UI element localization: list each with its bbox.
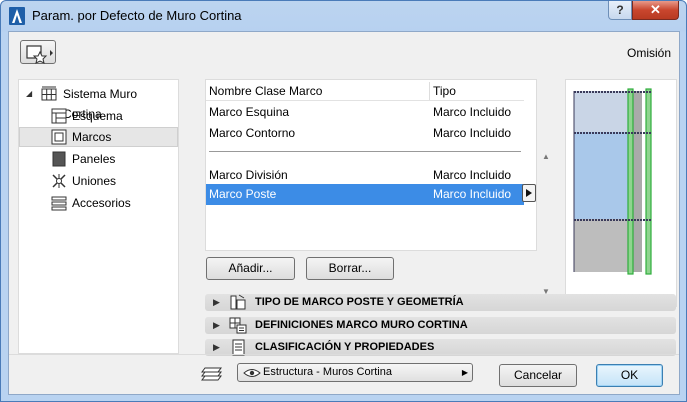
- favorites-button[interactable]: [20, 40, 56, 64]
- frame-preview: [565, 79, 677, 307]
- close-button[interactable]: ✕: [632, 1, 679, 20]
- header-divider: [206, 100, 524, 101]
- expand-arrow-icon[interactable]: ▶: [213, 320, 220, 331]
- table-cell-name: Marco Poste: [209, 187, 277, 201]
- favorites-icon: [26, 45, 53, 64]
- eye-icon: [243, 369, 261, 377]
- footer-divider: [9, 354, 679, 355]
- collapse-arrow-icon[interactable]: ◢: [26, 84, 32, 104]
- curtain-wall-icon: [41, 86, 57, 101]
- scroll-up-icon[interactable]: ▲: [542, 152, 550, 161]
- table-row[interactable]: Marco Esquina Marco Incluido: [206, 102, 524, 123]
- column-header-name[interactable]: Nombre Clase Marco: [209, 82, 322, 100]
- title-bar: Param. por Defecto de Muro Cortina ? ✕: [1, 1, 686, 31]
- table-cell-name: Marco División: [209, 168, 288, 182]
- table-cell-type: Marco Incluido: [433, 126, 512, 140]
- dialog-window: Param. por Defecto de Muro Cortina ? ✕ O…: [0, 0, 687, 402]
- tree-item-esquema[interactable]: Esquema: [19, 106, 178, 126]
- curtain-wall-preview-graphic: [573, 88, 652, 275]
- dropdown-arrow-icon: ▶: [461, 368, 468, 377]
- settings-tree: ◢ Sistema Muro Cortina Esquema Marcos Pa…: [18, 79, 179, 354]
- table-cell-type: Marco Incluido: [433, 187, 512, 201]
- column-divider: [429, 82, 430, 100]
- tree-item-label: Esquema: [72, 109, 123, 123]
- delete-button[interactable]: Borrar...: [306, 257, 394, 280]
- tree-item-label: Accesorios: [72, 196, 131, 210]
- section-frame-definitions[interactable]: ▶ DEFINICIONES MARCO MURO CORTINA: [205, 317, 676, 334]
- tree-item-label: Uniones: [72, 174, 117, 188]
- layer-dropdown-value: Estructura - Muros Cortina: [263, 366, 392, 378]
- table-row-selected[interactable]: Marco Poste Marco Incluido: [206, 184, 524, 205]
- section-title: DEFINICIONES MARCO MURO CORTINA: [255, 319, 468, 331]
- frame-class-table: Nombre Clase Marco Tipo Marco Esquina Ma…: [205, 79, 550, 296]
- expand-arrow-icon[interactable]: ▶: [213, 342, 220, 353]
- row-detail-button[interactable]: [522, 184, 536, 202]
- tree-item-paneles[interactable]: Paneles: [19, 149, 178, 169]
- table-cell-type: Marco Incluido: [433, 168, 512, 182]
- scheme-icon: [51, 108, 67, 124]
- tree-item-marcos[interactable]: Marcos: [19, 127, 178, 147]
- table-cell-type: Marco Incluido: [433, 105, 512, 119]
- frame-icon: [51, 129, 67, 145]
- play-arrow-icon: [526, 189, 532, 197]
- help-button[interactable]: ?: [608, 1, 632, 20]
- tree-item-uniones[interactable]: Uniones: [19, 171, 178, 191]
- ok-button[interactable]: OK: [596, 364, 663, 387]
- frame-geometry-icon: [230, 294, 246, 310]
- add-button[interactable]: Añadir...: [206, 257, 295, 280]
- tree-item-accesorios[interactable]: Accesorios: [19, 193, 178, 213]
- omision-label: Omisión: [626, 46, 671, 60]
- layer-dropdown[interactable]: Estructura - Muros Cortina ▶: [237, 363, 473, 382]
- tree-item-label: Marcos: [72, 130, 112, 144]
- table-cell-name: Marco Contorno: [209, 126, 296, 140]
- panel-icon: [52, 151, 66, 167]
- column-header-type[interactable]: Tipo: [433, 82, 456, 100]
- tree-root-curtain-wall[interactable]: ◢ Sistema Muro Cortina: [19, 84, 178, 121]
- archicad-app-icon: [9, 7, 25, 25]
- table-separator: [209, 151, 521, 152]
- junction-icon: [52, 174, 66, 188]
- cancel-button[interactable]: Cancelar: [499, 364, 577, 387]
- tree-item-label: Paneles: [72, 152, 116, 166]
- table-cell-name: Marco Esquina: [209, 105, 290, 119]
- section-title: TIPO DE MARCO POSTE Y GEOMETRÍA: [255, 296, 464, 308]
- expand-arrow-icon[interactable]: ▶: [213, 297, 220, 308]
- table-row[interactable]: Marco Contorno Marco Incluido: [206, 123, 524, 144]
- layer-icon: [201, 367, 222, 381]
- frame-definitions-icon: [229, 317, 247, 334]
- dialog-content: Omisión ◢ Sistema Muro Cortina Esquema M…: [8, 31, 680, 395]
- section-frame-geometry[interactable]: ▶ TIPO DE MARCO POSTE Y GEOMETRÍA: [205, 294, 676, 311]
- accessory-icon: [51, 196, 67, 211]
- table-row[interactable]: Marco División Marco Incluido: [206, 165, 524, 186]
- window-title: Param. por Defecto de Muro Cortina: [32, 8, 242, 23]
